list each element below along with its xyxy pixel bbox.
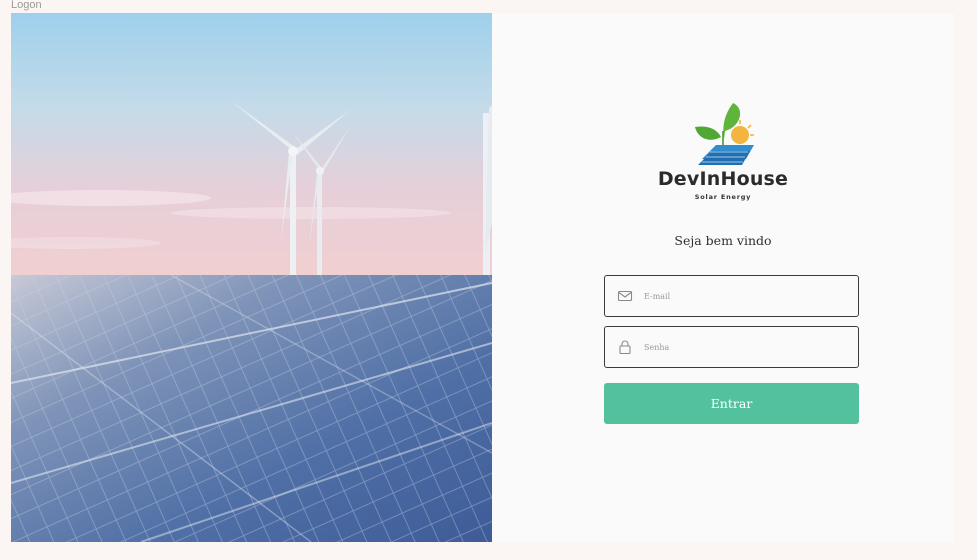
mail-icon xyxy=(617,288,633,304)
login-button[interactable]: Entrar xyxy=(604,383,859,424)
email-input[interactable] xyxy=(644,291,834,301)
brand-logo: DevInHouse Solar Energy xyxy=(492,101,954,201)
hero-image xyxy=(11,13,492,542)
welcome-heading: Seja bem vindo xyxy=(674,233,772,248)
leaf-sun-solar-panel-icon xyxy=(695,103,754,165)
email-field[interactable] xyxy=(604,275,859,317)
brand-name: DevInHouse xyxy=(657,168,789,190)
password-field[interactable] xyxy=(604,326,859,368)
lock-icon xyxy=(617,339,633,355)
window-tab-title: Logon xyxy=(11,0,42,11)
login-page: DevInHouse Solar Energy Seja bem vindo E… xyxy=(11,13,954,542)
login-panel: DevInHouse Solar Energy Seja bem vindo E… xyxy=(492,13,954,542)
brand-tagline: Solar Energy xyxy=(694,193,752,201)
password-input[interactable] xyxy=(644,342,834,352)
